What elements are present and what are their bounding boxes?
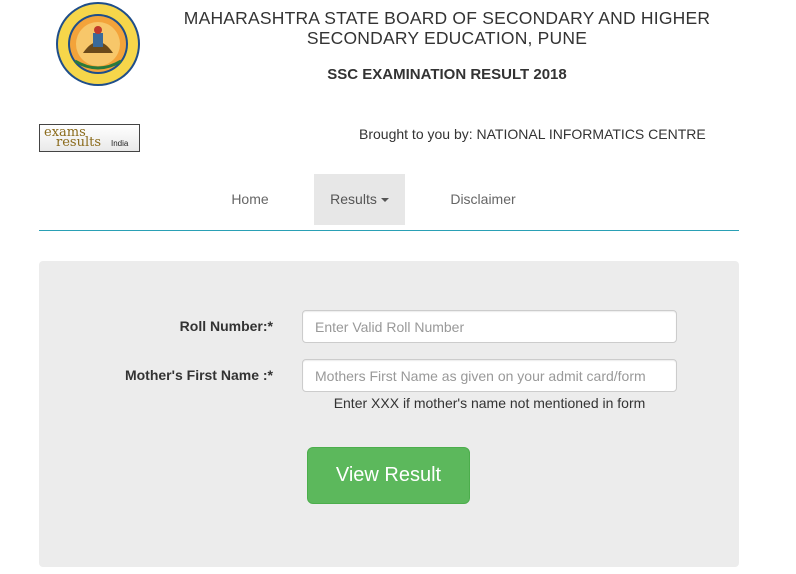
india-logo-text: India <box>111 139 129 148</box>
brought-by-text: Brought to you by: NATIONAL INFORMATICS … <box>359 126 706 142</box>
nav-home[interactable]: Home <box>215 174 285 225</box>
board-seal-icon <box>56 2 140 86</box>
board-title-line2: SECONDARY EDUCATION, PUNE <box>306 28 588 48</box>
page-title: SSC EXAMINATION RESULT 2018 <box>327 66 567 83</box>
result-form-panel: Roll Number:* Mother's First Name :* Ent… <box>39 261 739 567</box>
nav-disclaimer-label: Disclaimer <box>450 191 516 207</box>
mother-name-help-text: Enter XXX if mother's name not mentioned… <box>333 395 646 411</box>
mother-name-label: Mother's First Name :* <box>124 367 273 383</box>
board-title: MAHARASHTRA STATE BOARD OF SECONDARY AND… <box>150 8 744 48</box>
view-result-button[interactable]: View Result <box>307 447 470 504</box>
roll-number-input[interactable] <box>302 310 677 343</box>
caret-down-icon <box>380 198 389 203</box>
mother-name-input[interactable] <box>302 359 677 392</box>
nav-results-dropdown[interactable]: Results <box>314 174 405 225</box>
nav-home-label: Home <box>231 191 269 207</box>
board-title-line1: MAHARASHTRA STATE BOARD OF SECONDARY AND… <box>183 8 711 28</box>
results-logo-text: results <box>56 135 102 150</box>
main-nav: Home Results Disclaimer <box>39 174 739 231</box>
nav-disclaimer[interactable]: Disclaimer <box>439 174 527 225</box>
nav-results-label: Results <box>330 191 377 207</box>
roll-number-label: Roll Number:* <box>179 318 273 334</box>
exams-results-logo[interactable]: exams results India <box>39 124 140 152</box>
